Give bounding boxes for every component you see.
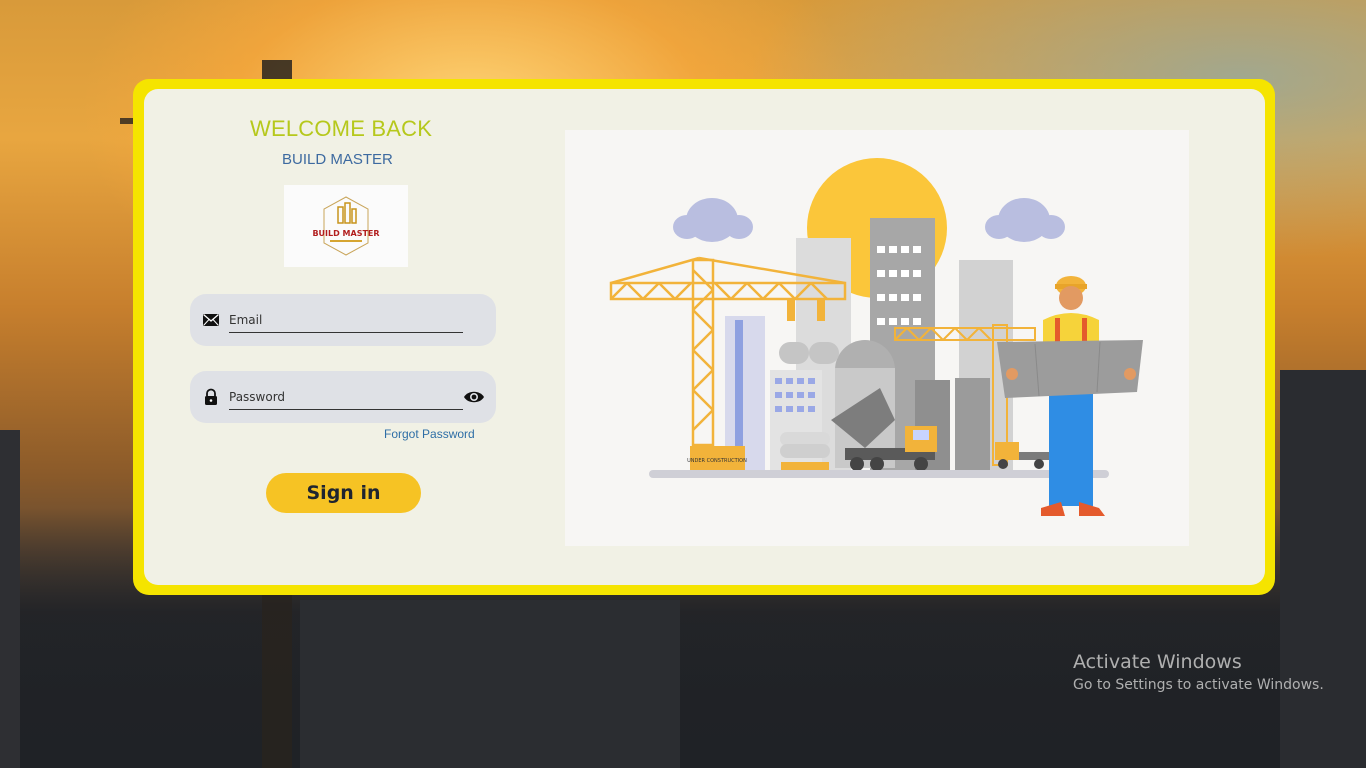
- background-building: [300, 600, 680, 768]
- construction-illustration: UNDER CONSTRUCTION: [565, 130, 1189, 546]
- brand-logo: BUILD MASTER: [284, 185, 408, 267]
- background-building: [1280, 370, 1366, 768]
- password-input[interactable]: [229, 385, 463, 410]
- sign-in-button[interactable]: Sign in: [266, 473, 421, 513]
- welcome-heading: WELCOME BACK: [250, 116, 433, 141]
- background-building: [0, 430, 20, 768]
- email-input[interactable]: [229, 308, 463, 333]
- svg-text:UNDER CONSTRUCTION: UNDER CONSTRUCTION: [687, 458, 747, 464]
- eye-icon[interactable]: [463, 388, 485, 406]
- activate-windows-subtitle: Go to Settings to activate Windows.: [1073, 677, 1324, 693]
- email-field: [190, 294, 496, 346]
- svg-text:BUILD MASTER: BUILD MASTER: [312, 229, 379, 238]
- forgot-password-link[interactable]: Forgot Password: [384, 427, 475, 441]
- activate-windows-title: Activate Windows: [1073, 651, 1242, 673]
- password-field: [190, 371, 496, 423]
- lock-icon: [205, 388, 217, 405]
- brand-name: BUILD MASTER: [282, 151, 393, 168]
- mail-icon: [203, 314, 219, 326]
